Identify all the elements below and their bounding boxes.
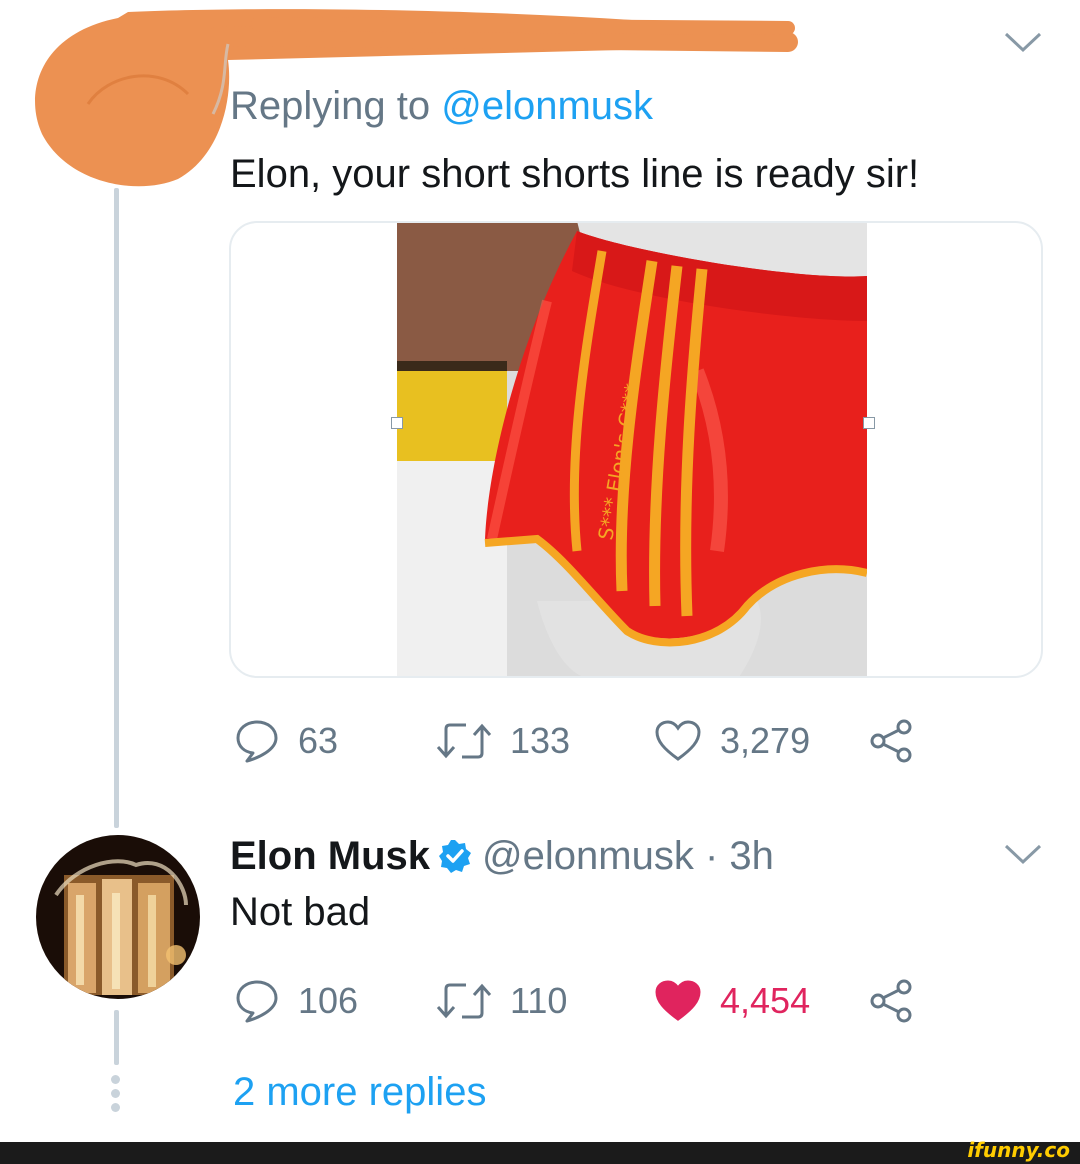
share-button[interactable] <box>868 716 916 766</box>
reply-tweet-text: Not bad <box>230 890 371 934</box>
verified-badge-icon <box>439 840 472 873</box>
replying-handle-link[interactable]: @elonmusk <box>441 84 653 128</box>
speech-bubble-icon <box>236 980 278 1023</box>
more-replies-link[interactable]: 2 more replies <box>233 1070 486 1115</box>
like-count: 3,279 <box>720 720 811 761</box>
tweet-media-card[interactable]: S*** Elon's C*** <box>229 221 1043 678</box>
crop-handle-left <box>391 417 403 429</box>
author-name[interactable]: Elon Musk <box>230 834 430 879</box>
retweet-icon <box>436 983 492 1019</box>
avatar-image <box>36 835 200 999</box>
avatar[interactable] <box>36 835 200 999</box>
heart-icon <box>655 980 701 1021</box>
reply-button[interactable]: 106 <box>234 976 358 1026</box>
speech-bubble-icon <box>236 720 278 763</box>
shorts-photo[interactable]: S*** Elon's C*** <box>397 221 867 678</box>
like-button[interactable]: 4,454 <box>654 976 810 1026</box>
watermark-bar: ifunny.co <box>0 1138 1080 1164</box>
thread-line-bottom <box>114 1010 119 1065</box>
author-handle-time[interactable]: @elonmusk · 3h <box>482 834 774 879</box>
reply-count: 106 <box>298 980 359 1021</box>
reply-count: 63 <box>298 720 339 761</box>
share-icon <box>870 719 912 763</box>
like-count: 4,454 <box>720 980 811 1021</box>
replying-to: Replying to @elonmusk <box>230 84 653 129</box>
chevron-down-icon[interactable] <box>1003 30 1043 54</box>
reply-button[interactable]: 63 <box>234 716 338 766</box>
retweet-count: 133 <box>510 720 571 761</box>
replying-prefix: Replying to <box>230 84 431 128</box>
tweet-actions: 63 133 3,279 <box>230 716 950 766</box>
share-button[interactable] <box>868 976 916 1026</box>
thread-line-top <box>114 188 119 828</box>
chevron-down-icon[interactable] <box>1003 842 1043 866</box>
watermark-logo: ifunny.co <box>967 1138 1070 1162</box>
retweet-count: 110 <box>510 980 568 1021</box>
reply-tweet-actions: 106 110 4,454 <box>230 976 950 1026</box>
heart-icon <box>655 720 701 761</box>
tweet-text: Elon, your short shorts line is ready si… <box>230 152 920 196</box>
retweet-button[interactable]: 133 <box>436 716 570 766</box>
author-row: Elon Musk @elonmusk · 3h <box>230 830 774 882</box>
retweet-icon <box>436 723 492 759</box>
like-button[interactable]: 3,279 <box>654 716 810 766</box>
retweet-button[interactable]: 110 <box>436 976 567 1026</box>
thread-more-dots <box>111 1075 121 1117</box>
crop-handle-right <box>863 417 875 429</box>
share-icon <box>870 979 912 1023</box>
